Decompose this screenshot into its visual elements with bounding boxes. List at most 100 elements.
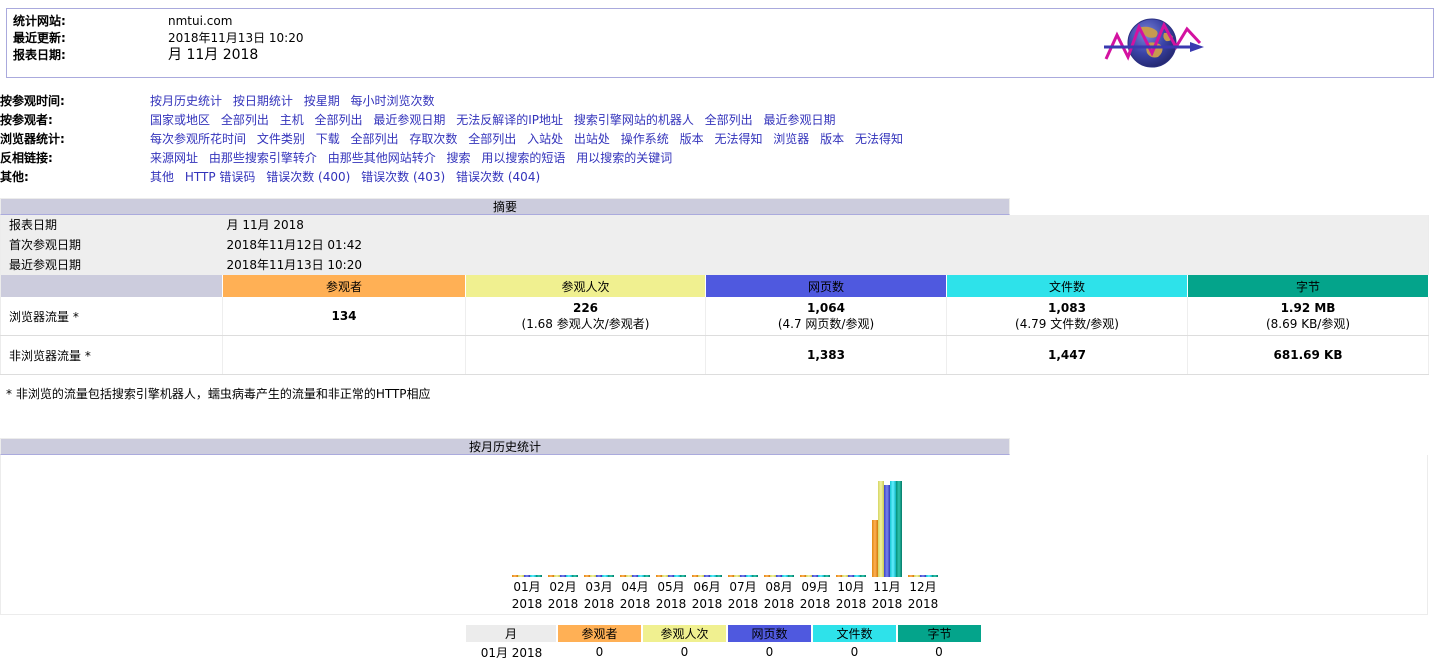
chart-bar-group [581, 467, 617, 577]
nav-link-file-types[interactable]: 文件类别 [257, 132, 305, 146]
chart-bars [620, 467, 650, 577]
nav-link-by-day[interactable]: 按日期统计 [233, 94, 293, 108]
nav-link-visit-duration[interactable]: 每次参观所花时间 [150, 132, 246, 146]
nav-label-others: 其他: [0, 168, 150, 187]
report-header-box: 统计网站: nmtui.com 最近更新: 2018年11月13日 10:20 … [6, 8, 1434, 78]
chart-bars [692, 467, 722, 577]
nav-link-error-404[interactable]: 错误次数 (404) [456, 170, 540, 184]
nav-link-downloads-full[interactable]: 全部列出 [351, 132, 399, 146]
chart-x-label: 06月2018 [689, 579, 725, 613]
nav-link-http-status[interactable]: HTTP 错误码 [185, 170, 256, 184]
nav-links-by-visitor: 国家或地区 全部列出 主机 全部列出 最近参观日期 无法反解译的IP地址 搜索引… [150, 111, 910, 130]
nav-link-countries-full[interactable]: 全部列出 [221, 113, 269, 127]
legend-header-pages: 网页数 [727, 625, 812, 642]
summary-cell-files-nv-value: 1,447 [951, 348, 1183, 362]
table-row: 浏览器流量 * 134 226 (1.68 参观人次/参观者) 1,064 (4… [1, 297, 1429, 336]
summary-title-bar: 摘要 [0, 198, 1010, 215]
summary-header-visitors: 参观者 [223, 275, 466, 297]
summary-header-visits: 参观人次 [466, 275, 706, 297]
header-row: 统计网站: nmtui.com [13, 14, 303, 31]
nav-link-error-403[interactable]: 错误次数 (403) [361, 170, 445, 184]
nav-link-browser-versions[interactable]: 版本 [820, 132, 844, 146]
nav-label-browser-stats: 浏览器统计: [0, 130, 150, 149]
chart-x-label: 05月2018 [653, 579, 689, 613]
chart-bar-group [725, 467, 761, 577]
chart-bar-group [833, 467, 869, 577]
nav-link-operating-systems[interactable]: 操作系统 [621, 132, 669, 146]
nav-link-misc[interactable]: 其他 [150, 170, 174, 184]
summary-cell-files-value: 1,083 [951, 301, 1183, 315]
nav-link-hosts-lastvisit[interactable]: 最近参观日期 [373, 113, 445, 127]
summary-cell-visitors-value: 134 [227, 309, 461, 323]
summary-cell-visits: 226 (1.68 参观人次/参观者) [466, 297, 706, 336]
summary-cell-bytes-sub: (8.69 KB/参观) [1192, 315, 1424, 332]
chart-x-label: 01月2018 [509, 579, 545, 613]
history-cell-files: 0 [812, 642, 897, 662]
chart-bar-group [869, 467, 905, 577]
nav-label-referrers: 反相链接: [0, 149, 150, 168]
nav-link-os-versions[interactable]: 版本 [680, 132, 704, 146]
summary-header-files: 文件数 [947, 275, 1188, 297]
nav-row-others: 其他: 其他 HTTP 错误码 错误次数 (400) 错误次数 (403) 错误… [0, 168, 910, 187]
chart-bar-groups [509, 467, 941, 577]
nav-link-by-weekday[interactable]: 按星期 [304, 94, 340, 108]
nav-link-browsers[interactable]: 浏览器 [773, 132, 809, 146]
chart-bar-bytes [752, 575, 758, 577]
summary-row-label-notviewed-traffic: 非浏览器流量 * [1, 336, 223, 375]
summary-header-blank [1, 275, 223, 297]
chart-bars [908, 467, 938, 577]
legend-header-bytes: 字节 [897, 625, 981, 642]
chart-x-label: 09月2018 [797, 579, 833, 613]
monthly-history-legend-wrap: 月 参观者 参观人次 网页数 文件数 字节 01月 2018 0 0 0 0 0 [0, 625, 1440, 662]
nav-link-monthly-history[interactable]: 按月历史统计 [150, 94, 222, 108]
chart-bar-bytes [788, 575, 794, 577]
nav-link-robots-full[interactable]: 全部列出 [705, 113, 753, 127]
summary-cell-files: 1,083 (4.79 文件数/参观) [947, 297, 1188, 336]
chart-bar-group [653, 467, 689, 577]
summary-cell-bytes: 1.92 MB (8.69 KB/参观) [1188, 297, 1429, 336]
summary-table: 报表日期 月 11月 2018 首次参观日期 2018年11月12日 01:42… [0, 215, 1429, 375]
nav-link-robots[interactable]: 搜索引擎网站的机器人 [574, 113, 694, 127]
nav-link-pages-urls[interactable]: 存取次数 [409, 132, 457, 146]
nav-link-search[interactable]: 搜索 [447, 151, 471, 165]
legend-header-files: 文件数 [812, 625, 897, 642]
chart-bar-bytes [896, 481, 902, 577]
nav-link-referring-search-engines[interactable]: 由那些搜索引擎转介 [209, 151, 317, 165]
summary-section: 摘要 报表日期 月 11月 2018 首次参观日期 2018年11月12日 01… [0, 198, 1440, 402]
nav-link-origin[interactable]: 来源网址 [150, 151, 198, 165]
nav-link-robots-lastvisit[interactable]: 最近参观日期 [764, 113, 836, 127]
header-row: 报表日期: 月 11月 2018 [13, 48, 303, 65]
nav-link-by-hour[interactable]: 每小时浏览次数 [351, 94, 435, 108]
chart-bars [512, 467, 542, 577]
history-cell-month: 01月 2018 [466, 642, 557, 662]
summary-cell-visitors: 134 [223, 297, 466, 336]
nav-link-hosts-full[interactable]: 全部列出 [315, 113, 363, 127]
nav-link-downloads[interactable]: 下载 [316, 132, 340, 146]
nav-link-pages-urls-full[interactable]: 全部列出 [468, 132, 516, 146]
chart-bar-bytes [644, 575, 650, 577]
nav-link-browser-unknown[interactable]: 无法得知 [855, 132, 903, 146]
nav-link-search-keywords[interactable]: 用以搜索的关键词 [576, 151, 672, 165]
nav-link-countries[interactable]: 国家或地区 [150, 113, 210, 127]
summary-value-first-visit: 2018年11月12日 01:42 [223, 235, 1429, 255]
chart-x-label: 03月2018 [581, 579, 617, 613]
nav-link-exit-pages[interactable]: 出站处 [574, 132, 610, 146]
chart-bars [728, 467, 758, 577]
header-row: 最近更新: 2018年11月13日 10:20 [13, 31, 303, 48]
nav-row-browser-stats: 浏览器统计: 每次参观所花时间 文件类别 下载 全部列出 存取次数 全部列出 入… [0, 130, 910, 149]
header-label-reportdate: 报表日期: [13, 48, 168, 65]
nav-link-os-unknown[interactable]: 无法得知 [714, 132, 762, 146]
header-value-reportdate: 月 11月 2018 [168, 48, 303, 65]
nav-link-error-400[interactable]: 错误次数 (400) [266, 170, 350, 184]
chart-x-label: 04月2018 [617, 579, 653, 613]
nav-link-referring-sites[interactable]: 由那些其他网站转介 [328, 151, 436, 165]
header-label-updated: 最近更新: [13, 31, 168, 48]
report-header-table: 统计网站: nmtui.com 最近更新: 2018年11月13日 10:20 … [13, 14, 303, 65]
summary-cell-bytes-value: 1.92 MB [1192, 301, 1424, 315]
nav-link-unresolved-ip[interactable]: 无法反解译的IP地址 [456, 113, 563, 127]
nav-link-entry-pages[interactable]: 入站处 [527, 132, 563, 146]
nav-link-search-keyphrases[interactable]: 用以搜索的短语 [481, 151, 565, 165]
summary-cell-visits-nv [466, 336, 706, 375]
nav-link-hosts[interactable]: 主机 [280, 113, 304, 127]
chart-bars [836, 467, 866, 577]
